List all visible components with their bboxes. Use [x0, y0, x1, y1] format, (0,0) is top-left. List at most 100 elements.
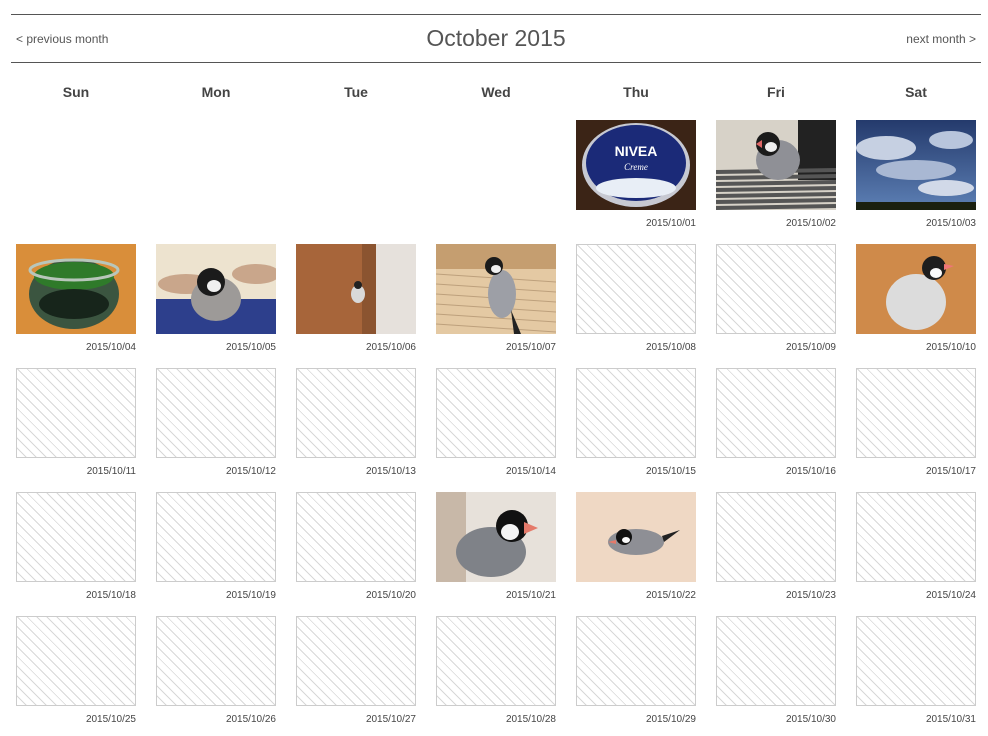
empty-photo-placeholder: [156, 368, 276, 458]
calendar-day: 2015/10/26: [156, 616, 276, 736]
svg-text:Creme: Creme: [624, 162, 648, 172]
bird-on-sand-photo[interactable]: [576, 492, 696, 582]
date-label: 2015/10/21: [505, 590, 556, 601]
calendar-day: 2015/10/22: [576, 492, 696, 612]
date-label: 2015/10/28: [505, 714, 556, 725]
calendar-day: 2015/10/21: [436, 492, 556, 612]
calendar-day: 2015/10/11: [16, 368, 136, 488]
empty-photo-placeholder: [716, 492, 836, 582]
bird-on-table-photo[interactable]: [856, 244, 976, 334]
empty-photo-placeholder: [16, 368, 136, 458]
empty-photo-placeholder: [16, 616, 136, 706]
empty-photo-placeholder: [436, 368, 556, 458]
calendar-day: NIVEA Creme 2015/10/01: [576, 120, 696, 240]
cloudy-sky-photo[interactable]: [856, 120, 976, 210]
date-label: 2015/10/19: [225, 590, 276, 601]
empty-photo-placeholder: [856, 492, 976, 582]
calendar-day: 2015/10/13: [296, 368, 416, 488]
bird-on-door-photo[interactable]: [296, 244, 416, 334]
calendar-day: 2015/10/29: [576, 616, 696, 736]
svg-text:NIVEA: NIVEA: [615, 143, 658, 159]
date-label: 2015/10/16: [785, 466, 836, 477]
empty-photo-placeholder: [576, 368, 696, 458]
empty-photo-placeholder: [16, 492, 136, 582]
date-label: 2015/10/13: [365, 466, 416, 477]
calendar-day: 2015/10/05: [156, 244, 276, 364]
weekday-mon: Mon: [201, 84, 231, 100]
empty-photo-placeholder: [856, 616, 976, 706]
date-label: 2015/10/05: [225, 342, 276, 353]
calendar-day: 2015/10/18: [16, 492, 136, 612]
weekday-wed: Wed: [481, 84, 511, 100]
empty-photo-placeholder: [296, 368, 416, 458]
empty-photo-placeholder: [576, 244, 696, 334]
month-title: October 2015: [426, 25, 566, 51]
moss-jar-photo[interactable]: [16, 244, 136, 334]
empty-photo-placeholder: [296, 492, 416, 582]
date-label: 2015/10/25: [85, 714, 136, 725]
bird-closeup-photo[interactable]: [436, 492, 556, 582]
bird-on-striped-cloth-photo[interactable]: [716, 120, 836, 210]
date-label: 2015/10/09: [785, 342, 836, 353]
date-label: 2015/10/30: [785, 714, 836, 725]
date-label: 2015/10/01: [645, 218, 696, 229]
calendar-day: 2015/10/30: [716, 616, 836, 736]
date-label: 2015/10/18: [85, 590, 136, 601]
empty-photo-placeholder: [156, 492, 276, 582]
date-label: 2015/10/15: [645, 466, 696, 477]
date-label: 2015/10/23: [785, 590, 836, 601]
calendar-day: 2015/10/12: [156, 368, 276, 488]
empty-photo-placeholder: [296, 616, 416, 706]
date-label: 2015/10/08: [645, 342, 696, 353]
calendar-day: 2015/10/09: [716, 244, 836, 364]
calendar-day: 2015/10/08: [576, 244, 696, 364]
calendar-day: 2015/10/23: [716, 492, 836, 612]
calendar-day: 2015/10/24: [856, 492, 976, 612]
calendar-day: 2015/10/06: [296, 244, 416, 364]
calendar-day: 2015/10/02: [716, 120, 836, 240]
date-label: 2015/10/12: [225, 466, 276, 477]
date-label: 2015/10/17: [925, 466, 976, 477]
date-label: 2015/10/03: [925, 218, 976, 229]
date-label: 2015/10/29: [645, 714, 696, 725]
bird-held-in-hand-photo[interactable]: [156, 244, 276, 334]
empty-photo-placeholder: [436, 616, 556, 706]
empty-photo-placeholder: [856, 368, 976, 458]
nivea-tin-photo[interactable]: NIVEA Creme: [576, 120, 696, 210]
calendar-day: 2015/10/03: [856, 120, 976, 240]
date-label: 2015/10/20: [365, 590, 416, 601]
next-month-link[interactable]: next month >: [906, 32, 976, 46]
date-label: 2015/10/26: [225, 714, 276, 725]
date-label: 2015/10/07: [505, 342, 556, 353]
empty-photo-placeholder: [716, 616, 836, 706]
calendar-day: 2015/10/16: [716, 368, 836, 488]
weekday-tue: Tue: [344, 84, 368, 100]
date-label: 2015/10/24: [925, 590, 976, 601]
calendar-day: 2015/10/20: [296, 492, 416, 612]
date-label: 2015/10/27: [365, 714, 416, 725]
empty-photo-placeholder: [716, 244, 836, 334]
date-label: 2015/10/02: [785, 218, 836, 229]
empty-photo-placeholder: [156, 616, 276, 706]
calendar-day: 2015/10/19: [156, 492, 276, 612]
calendar-day: 2015/10/28: [436, 616, 556, 736]
date-label: 2015/10/04: [85, 342, 136, 353]
calendar-day: 2015/10/10: [856, 244, 976, 364]
calendar-day: 2015/10/31: [856, 616, 976, 736]
bird-on-wood-floor-photo[interactable]: [436, 244, 556, 334]
calendar-day: 2015/10/15: [576, 368, 696, 488]
date-label: 2015/10/06: [365, 342, 416, 353]
month-header: < previous month October 2015 next month…: [11, 14, 981, 63]
calendar-day: 2015/10/04: [16, 244, 136, 364]
empty-photo-placeholder: [576, 616, 696, 706]
calendar-day: 2015/10/14: [436, 368, 556, 488]
date-label: 2015/10/11: [86, 466, 136, 477]
date-label: 2015/10/14: [505, 466, 556, 477]
weekday-sun: Sun: [62, 84, 90, 100]
calendar-day: 2015/10/07: [436, 244, 556, 364]
date-label: 2015/10/10: [925, 342, 976, 353]
calendar-day: 2015/10/25: [16, 616, 136, 736]
weekday-sat: Sat: [905, 84, 927, 100]
weekday-thu: Thu: [623, 84, 649, 100]
date-label: 2015/10/31: [925, 714, 976, 725]
